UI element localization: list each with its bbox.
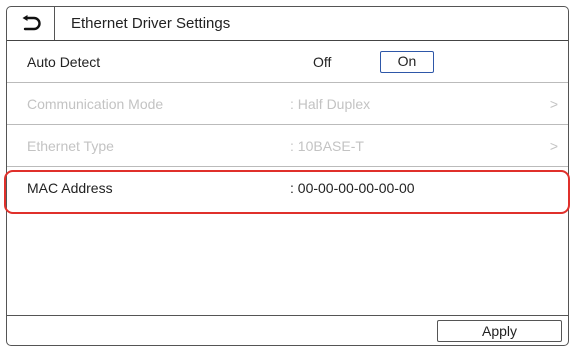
ethernet-type-row[interactable]: Ethernet Type : 10BASE-T > <box>7 125 568 167</box>
header-bar: Ethernet Driver Settings <box>7 7 568 41</box>
auto-detect-row: Auto Detect Off On <box>7 41 568 83</box>
page-title: Ethernet Driver Settings <box>71 15 231 32</box>
ethernet-type-value: : 10BASE-T <box>290 138 364 154</box>
chevron-right-icon: > <box>549 96 558 112</box>
ethernet-type-label: Ethernet Type <box>27 138 114 154</box>
settings-panel: Ethernet Driver Settings Auto Detect Off… <box>6 6 569 346</box>
mac-address-label: MAC Address <box>27 180 113 196</box>
mac-address-row: MAC Address : 00-00-00-00-00-00 <box>7 167 568 209</box>
mac-address-value: : 00-00-00-00-00-00 <box>290 180 415 196</box>
back-arrow-icon <box>22 14 41 30</box>
auto-detect-label: Auto Detect <box>27 54 101 70</box>
chevron-right-icon: > <box>549 138 558 154</box>
apply-button[interactable]: Apply <box>437 320 562 342</box>
communication-mode-row[interactable]: Communication Mode : Half Duplex > <box>7 83 568 125</box>
communication-mode-label: Communication Mode <box>27 96 164 112</box>
auto-detect-on-option[interactable]: On <box>380 51 434 73</box>
footer-bar: Apply <box>7 315 568 345</box>
back-button[interactable] <box>7 7 55 40</box>
communication-mode-value: : Half Duplex <box>290 96 371 112</box>
auto-detect-off-option[interactable]: Off <box>313 41 331 83</box>
